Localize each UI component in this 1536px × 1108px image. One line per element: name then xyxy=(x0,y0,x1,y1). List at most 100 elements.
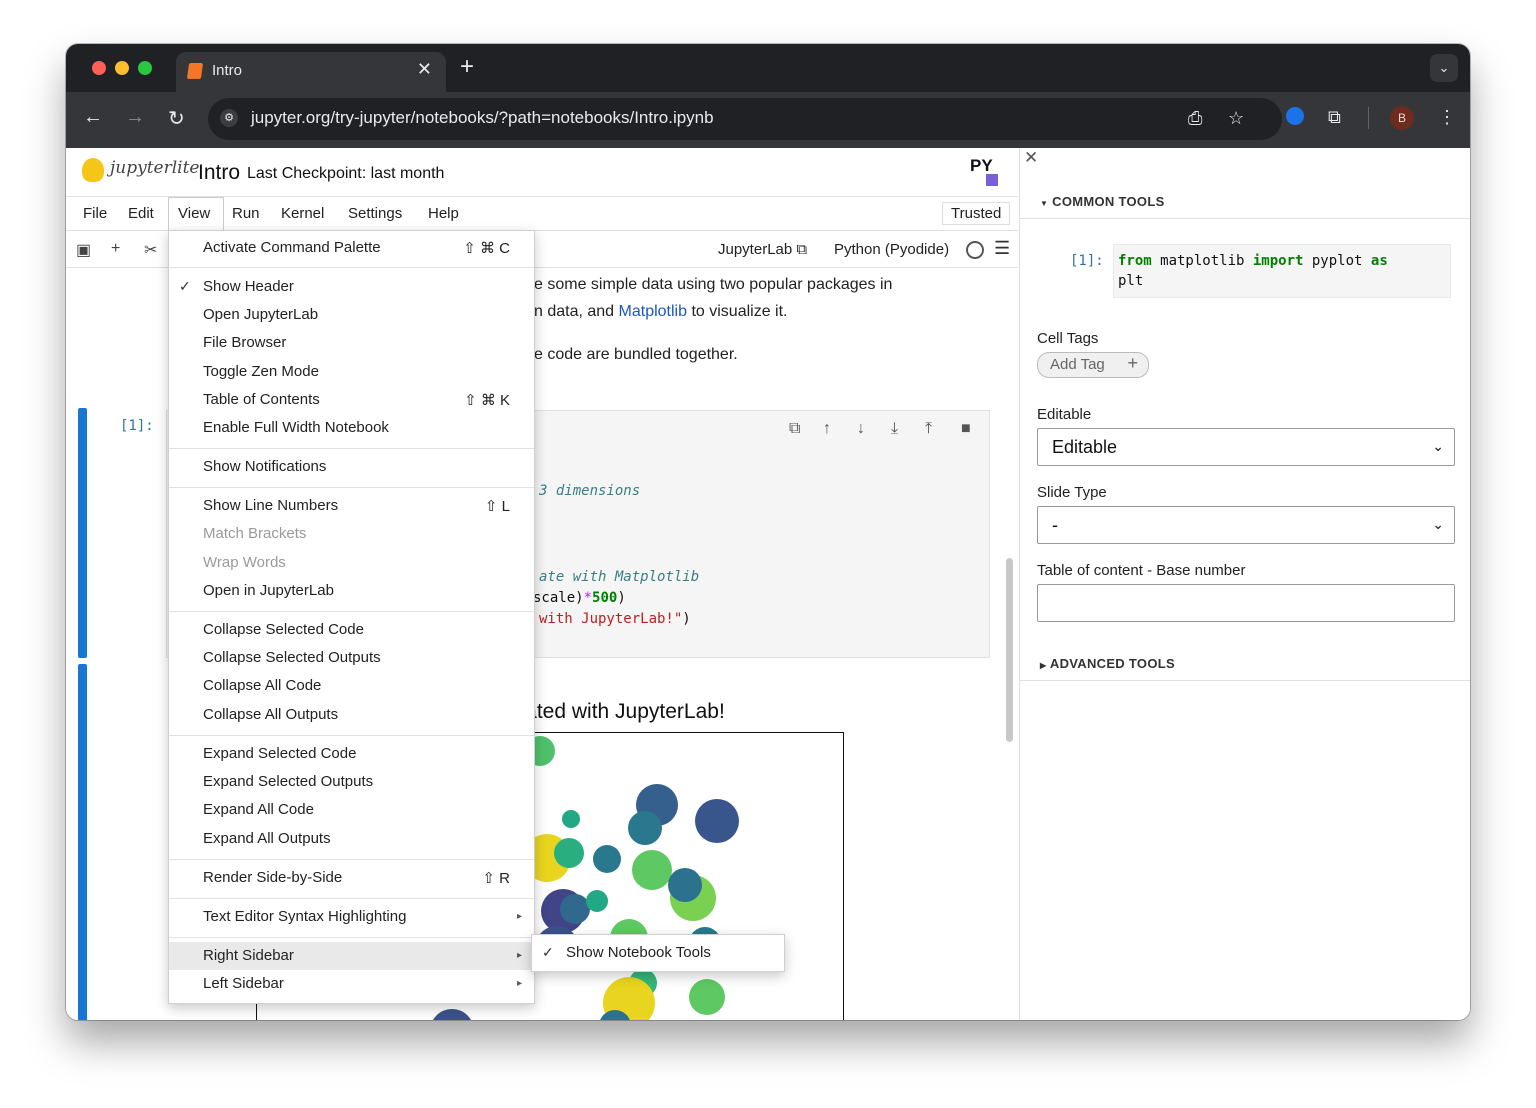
menu-item-file-browser[interactable]: File Browser xyxy=(169,329,534,357)
address-bar[interactable]: ⚙ jupyter.org/try-jupyter/notebooks/?pat… xyxy=(208,98,1282,140)
maximize-window-button[interactable] xyxy=(138,61,152,75)
menu-run[interactable]: Run xyxy=(232,205,260,222)
menu-settings[interactable]: Settings xyxy=(348,205,402,222)
menu-item-syntax-highlighting[interactable]: Text Editor Syntax Highlighting ▸ xyxy=(169,903,534,931)
kernel-name[interactable]: Python (Pyodide) xyxy=(834,241,949,258)
menu-item-open-jupyterlab[interactable]: Open JupyterLab xyxy=(169,301,534,329)
advanced-tools-header[interactable]: ▶ ADVANCED TOOLS xyxy=(1040,656,1175,671)
add-tag-label: Add Tag xyxy=(1050,356,1105,373)
menu-item-label: Left Sidebar xyxy=(203,975,284,992)
menu-item-collapse-selected-outputs[interactable]: Collapse Selected Outputs xyxy=(169,644,534,672)
minimize-window-button[interactable] xyxy=(115,61,129,75)
code-text: pyplot xyxy=(1303,253,1371,269)
notebook-scrollbar[interactable] xyxy=(1006,558,1013,742)
scatter-point xyxy=(628,811,662,845)
menu-bar: File Edit View Run Kernel Settings Help … xyxy=(66,197,1018,232)
slide-type-label: Slide Type xyxy=(1037,484,1107,501)
menu-item-label: Open JupyterLab xyxy=(203,306,319,323)
extensions-icon[interactable]: ⧉ xyxy=(1328,107,1341,128)
menu-item-expand-selected-code[interactable]: Expand Selected Code xyxy=(169,740,534,768)
browser-tab[interactable]: Intro ✕ xyxy=(176,52,446,92)
profile-avatar[interactable]: B xyxy=(1390,106,1414,130)
tab-search-button[interactable]: ⌄ xyxy=(1430,54,1458,82)
menu-item-expand-all-code[interactable]: Expand All Code xyxy=(169,796,534,824)
menu-item-collapse-selected-code[interactable]: Collapse Selected Code xyxy=(169,616,534,644)
matplotlib-link[interactable]: Matplotlib xyxy=(619,303,687,320)
scatter-point xyxy=(689,979,725,1015)
slide-type-value: - xyxy=(1052,515,1058,535)
insert-below-icon[interactable]: ⤓ xyxy=(891,420,898,438)
move-down-icon[interactable]: ↓ xyxy=(857,420,865,438)
menu-file[interactable]: File xyxy=(83,205,107,222)
menu-item-show-notebook-tools[interactable]: ✓ Show Notebook Tools xyxy=(532,939,784,967)
scatter-point xyxy=(593,845,621,873)
menu-item-collapse-all-outputs[interactable]: Collapse All Outputs xyxy=(169,701,534,729)
menu-help[interactable]: Help xyxy=(428,205,459,222)
close-sidebar-icon[interactable]: ✕ xyxy=(1024,148,1038,168)
menu-item-expand-selected-outputs[interactable]: Expand Selected Outputs xyxy=(169,768,534,796)
open-in-jupyterlab-link[interactable]: JupyterLab ⧉ xyxy=(718,241,807,258)
menu-item-show-header[interactable]: ✓ Show Header xyxy=(169,273,534,301)
kernel-logo-badge xyxy=(986,174,998,186)
cut-icon[interactable]: ✂ xyxy=(144,240,157,260)
add-tag-button[interactable]: Add Tag + xyxy=(1037,352,1149,378)
code-text: scale) xyxy=(533,590,584,606)
menu-item-toggle-zen-mode[interactable]: Toggle Zen Mode xyxy=(169,358,534,386)
insert-above-icon[interactable]: ⤒ xyxy=(925,420,932,438)
sidebar-code-preview: from matplotlib import pyplot as plt xyxy=(1113,244,1451,298)
password-manager-icon[interactable] xyxy=(1286,107,1304,125)
code-text: ) xyxy=(682,611,691,627)
sidebar-code-line: plt xyxy=(1118,273,1144,289)
slide-type-select[interactable]: - ⌄ xyxy=(1037,506,1455,544)
common-tools-header[interactable]: ▼ COMMON TOOLS xyxy=(1040,194,1165,209)
toc-base-number-input[interactable] xyxy=(1037,584,1455,622)
menu-item-table-of-contents[interactable]: Table of Contents ⇧ ⌘ K xyxy=(169,386,534,414)
save-icon[interactable]: ▣ xyxy=(76,240,91,260)
new-tab-button[interactable]: + xyxy=(460,53,474,81)
scatter-point xyxy=(632,850,672,890)
site-settings-icon[interactable]: ⚙ xyxy=(220,109,238,127)
install-app-icon[interactable]: ⎙ xyxy=(1188,108,1202,129)
menu-kernel[interactable]: Kernel xyxy=(281,205,324,222)
browser-menu-icon[interactable]: ⋮ xyxy=(1438,107,1456,128)
menu-item-open-in-jupyterlab[interactable]: Open in JupyterLab xyxy=(169,577,534,605)
menu-item-expand-all-outputs[interactable]: Expand All Outputs xyxy=(169,825,534,853)
forward-button[interactable]: → xyxy=(125,106,145,129)
menu-item-activate-command-palette[interactable]: Activate Command Palette ⇧ ⌘ C xyxy=(169,234,534,262)
back-button[interactable]: ← xyxy=(83,106,103,129)
menu-item-left-sidebar[interactable]: Left Sidebar ▸ xyxy=(169,970,534,998)
menu-item-label: Expand All Outputs xyxy=(203,830,331,847)
bookmark-star-icon[interactable]: ☆ xyxy=(1228,108,1244,129)
menu-item-collapse-all-code[interactable]: Collapse All Code xyxy=(169,672,534,700)
reload-button[interactable]: ↻ xyxy=(168,106,185,131)
chevron-down-icon: ⌄ xyxy=(1432,438,1444,454)
editable-label: Editable xyxy=(1037,406,1092,423)
url-text[interactable]: jupyter.org/try-jupyter/notebooks/?path=… xyxy=(251,108,714,128)
jupyterlite-logo-icon[interactable] xyxy=(82,158,104,182)
menu-shortcut: ⇧ ⌘ C xyxy=(463,240,510,257)
menu-item-render-side-by-side[interactable]: Render Side-by-Side ⇧ R xyxy=(169,864,534,892)
menu-item-enable-full-width[interactable]: Enable Full Width Notebook xyxy=(169,414,534,442)
menu-item-right-sidebar[interactable]: Right Sidebar ▸ xyxy=(169,942,534,970)
menu-shortcut: ⇧ L xyxy=(484,498,510,515)
delete-cell-icon[interactable]: ■ xyxy=(961,420,971,438)
menu-item-label: Collapse All Outputs xyxy=(203,706,339,723)
insert-cell-icon[interactable]: + xyxy=(111,240,120,258)
menu-item-show-line-numbers[interactable]: Show Line Numbers ⇧ L xyxy=(169,492,534,520)
editable-select[interactable]: Editable ⌄ xyxy=(1037,428,1455,466)
trusted-indicator[interactable]: Trusted xyxy=(942,202,1011,225)
duplicate-cell-icon[interactable]: ⧉ xyxy=(789,420,800,438)
menu-edit[interactable]: Edit xyxy=(128,205,154,222)
divider xyxy=(1020,680,1470,681)
sidebar-code-line: from matplotlib import pyplot as xyxy=(1118,253,1388,269)
toolbar-more-icon[interactable]: ☰ xyxy=(994,238,1010,259)
notebook-favicon-icon xyxy=(186,63,204,79)
menu-item-show-notifications[interactable]: Show Notifications xyxy=(169,453,534,481)
close-window-button[interactable] xyxy=(92,61,106,75)
notebook-title[interactable]: Intro xyxy=(198,161,240,185)
menu-separator xyxy=(169,487,534,488)
menu-view[interactable]: View xyxy=(178,205,210,222)
close-tab-icon[interactable]: ✕ xyxy=(417,59,432,80)
cell-prompt: [1]: xyxy=(120,418,154,434)
move-up-icon[interactable]: ↑ xyxy=(823,420,831,438)
